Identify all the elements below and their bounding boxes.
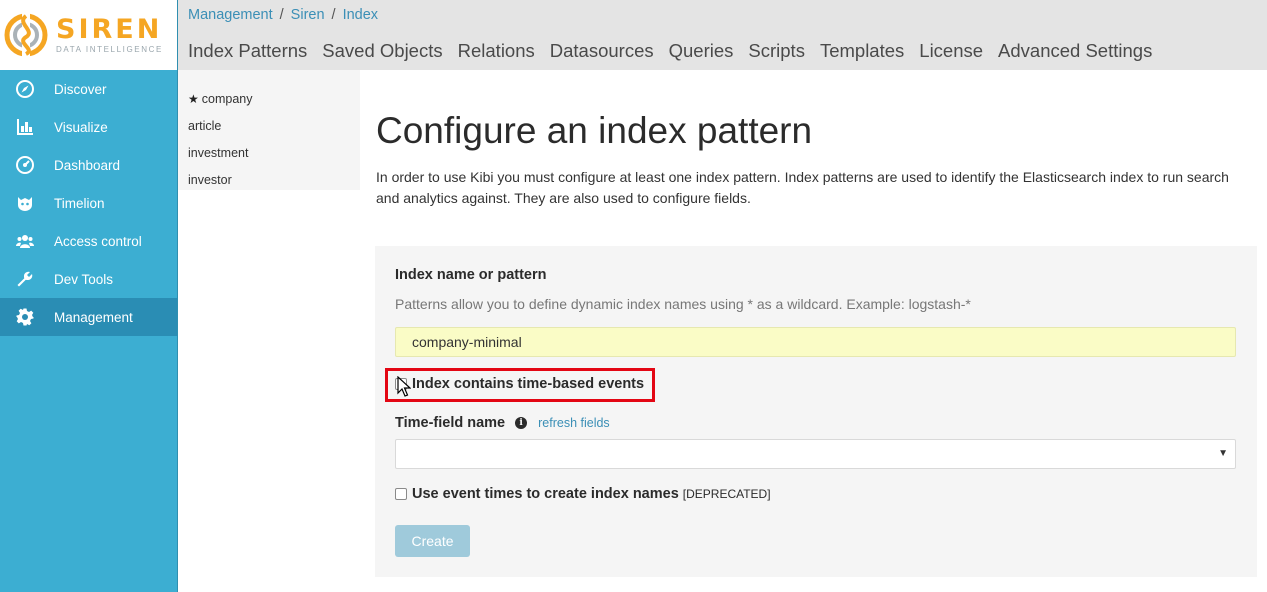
sidebar-item-label: Discover (54, 81, 107, 97)
tab-relations[interactable]: Relations (458, 40, 535, 62)
sidebar-item-label: Access control (54, 233, 142, 249)
index-pattern-item-investment[interactable]: investment (178, 139, 360, 166)
siren-logo-icon (4, 13, 48, 57)
sidebar-item-label: Timelion (54, 195, 105, 211)
siren-logo[interactable]: SIREN DATA INTELLIGENCE (0, 0, 177, 70)
index-pattern-form: Index name or pattern Patterns allow you… (375, 246, 1257, 577)
time-field-label: Time-field name (395, 415, 506, 431)
tab-scripts[interactable]: Scripts (748, 40, 805, 62)
sidebar-item-timelion[interactable]: Timelion (0, 184, 177, 222)
intro-text: In order to use Kibi you must configure … (376, 169, 1229, 206)
highlight-box (385, 368, 655, 402)
index-pattern-list: ★ company article investment investor (178, 70, 360, 190)
create-button[interactable]: Create (395, 525, 470, 557)
logo-subtitle: DATA INTELLIGENCE (56, 45, 163, 54)
index-pattern-label: investor (188, 172, 232, 187)
index-name-label: Index name or pattern (395, 267, 547, 283)
dashboard-icon (16, 156, 34, 174)
management-tabs: Index Patterns Saved Objects Relations D… (188, 40, 1167, 62)
pattern-help-text: Patterns allow you to define dynamic ind… (395, 296, 971, 312)
tab-advanced-settings[interactable]: Advanced Settings (998, 40, 1152, 62)
info-icon[interactable]: i (515, 417, 528, 429)
star-icon: ★ (188, 91, 199, 106)
sidebar-item-label: Visualize (54, 119, 108, 135)
event-times-row: Use event times to create index names [D… (395, 486, 771, 502)
index-pattern-label: company (201, 91, 253, 106)
sidebar-item-dashboard[interactable]: Dashboard (0, 146, 177, 184)
tab-queries[interactable]: Queries (669, 40, 734, 62)
index-pattern-label: investment (188, 145, 249, 160)
breadcrumb-separator: / (279, 7, 284, 23)
sidebar-item-dev-tools[interactable]: Dev Tools (0, 260, 177, 298)
sidebar-item-discover[interactable]: Discover (0, 70, 177, 108)
top-header: Management / Siren / Index Index Pattern… (178, 0, 1267, 70)
breadcrumb-siren[interactable]: Siren (291, 7, 325, 23)
time-field-row: Time-field name i refresh fields (395, 415, 610, 431)
breadcrumb-management[interactable]: Management (188, 7, 273, 23)
time-field-select[interactable]: ▼ (395, 439, 1236, 469)
deprecated-label: [DEPRECATED] (682, 487, 771, 501)
breadcrumb-index[interactable]: Index (343, 7, 378, 23)
timelion-icon (16, 194, 34, 212)
sidebar-item-management[interactable]: Management (0, 298, 177, 336)
gear-icon (16, 308, 34, 326)
sidebar-item-label: Dev Tools (54, 271, 114, 287)
page-title: Configure an index pattern (376, 110, 813, 151)
sidebar-item-label: Management (54, 309, 133, 325)
wrench-icon (16, 270, 34, 288)
event-times-checkbox[interactable] (395, 488, 407, 500)
caret-down-icon: ▼ (1218, 448, 1228, 459)
refresh-fields-link[interactable]: refresh fields (538, 416, 610, 430)
logo-word: SIREN (56, 14, 163, 45)
index-pattern-item-company[interactable]: ★ company (178, 85, 360, 112)
index-pattern-item-investor[interactable]: investor (178, 166, 360, 193)
users-icon (16, 232, 34, 250)
index-name-input[interactable] (395, 327, 1236, 357)
sidebar-item-label: Dashboard (54, 157, 121, 173)
tab-index-patterns[interactable]: Index Patterns (188, 40, 307, 62)
tab-datasources[interactable]: Datasources (550, 40, 654, 62)
sidebar-item-access-control[interactable]: Access control (0, 222, 177, 260)
tab-templates[interactable]: Templates (820, 40, 904, 62)
breadcrumb: Management / Siren / Index (188, 7, 378, 23)
bar-chart-icon (16, 118, 34, 136)
index-pattern-item-article[interactable]: article (178, 112, 360, 139)
sidebar-item-visualize[interactable]: Visualize (0, 108, 177, 146)
sidebar: SIREN DATA INTELLIGENCE Discover Visuali… (0, 0, 178, 592)
tab-license[interactable]: License (919, 40, 983, 62)
event-times-label[interactable]: Use event times to create index names (412, 486, 679, 502)
breadcrumb-separator: / (331, 7, 336, 23)
tab-saved-objects[interactable]: Saved Objects (322, 40, 442, 62)
index-pattern-label: article (188, 118, 222, 133)
mouse-cursor-icon (397, 376, 411, 397)
compass-icon (16, 80, 34, 98)
